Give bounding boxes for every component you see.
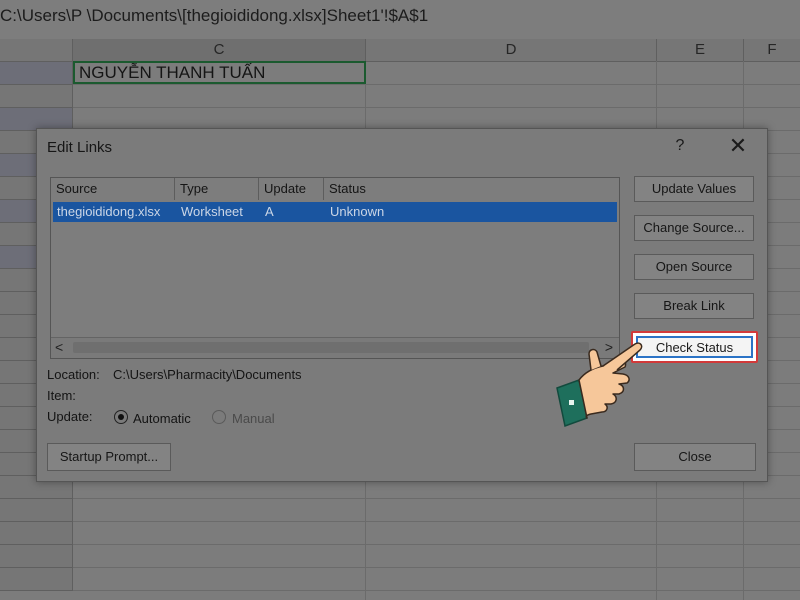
row-header[interactable] [0,62,73,85]
edit-links-dialog: Edit Links ? ✕ Source Type Update Status… [36,128,768,482]
help-icon[interactable]: ? [671,137,689,157]
links-list[interactable]: Source Type Update Status thegioididong.… [50,177,620,359]
column-header-d[interactable]: D [366,39,657,61]
cell-type: Worksheet [181,204,243,219]
location-value: C:\Users\Pharmacity\Documents [113,367,302,382]
row-header[interactable] [0,522,73,545]
horizontal-scrollbar[interactable]: < > [51,337,619,358]
active-cell-c1[interactable]: NGUYỄN THANH TUẤN [73,61,366,84]
scroll-left-icon[interactable]: < [55,339,63,355]
column-header-f[interactable]: F [744,39,800,61]
formula-bar[interactable]: C:\Users\P \Documents\[thegioididong.xls… [0,0,800,40]
grid-line [73,590,800,591]
row-header[interactable] [0,568,73,591]
row-header[interactable] [0,545,73,568]
open-source-button[interactable]: Open Source [634,254,754,280]
item-label: Item: [47,388,76,403]
grid-line [73,544,800,545]
grid-line [73,521,800,522]
startup-prompt-button[interactable]: Startup Prompt... [47,443,171,471]
update-values-button[interactable]: Update Values [634,176,754,202]
automatic-label[interactable]: Automatic [133,411,191,426]
grid-line [73,84,800,85]
column-header-status[interactable]: Status [324,178,619,200]
grid-line [73,567,800,568]
pointing-hand-icon [556,342,643,428]
grid-line [73,498,800,499]
close-icon[interactable]: ✕ [727,135,749,157]
grid-line [73,107,800,108]
column-header-row: C D E F [0,39,800,63]
select-all-corner[interactable] [0,39,73,61]
row-header[interactable] [0,85,73,108]
close-button[interactable]: Close [634,443,756,471]
radio-selected-icon[interactable] [114,410,128,424]
update-label: Update: [47,409,93,424]
cell-update: A [265,204,274,219]
column-header-type[interactable]: Type [175,178,259,200]
manual-label[interactable]: Manual [232,411,275,426]
column-header-c[interactable]: C [73,39,366,63]
location-label: Location: [47,367,100,382]
break-link-button[interactable]: Break Link [634,293,754,319]
cell-status: Unknown [330,204,385,219]
dialog-title: Edit Links [47,139,113,156]
cell-source: thegioididong.xlsx [57,204,161,219]
radio-unselected-icon[interactable] [212,410,226,424]
row-header[interactable] [0,499,73,522]
column-header-update[interactable]: Update [259,178,324,200]
column-header-e[interactable]: E [657,39,744,61]
formula-text: C:\Users\P \Documents\[thegioididong.xls… [0,6,429,25]
change-source-button[interactable]: Change Source... [634,215,754,241]
scrollbar-thumb[interactable] [73,342,589,353]
column-header-source[interactable]: Source [51,178,175,200]
table-row[interactable]: thegioididong.xlsx Worksheet A Unknown [53,202,617,222]
